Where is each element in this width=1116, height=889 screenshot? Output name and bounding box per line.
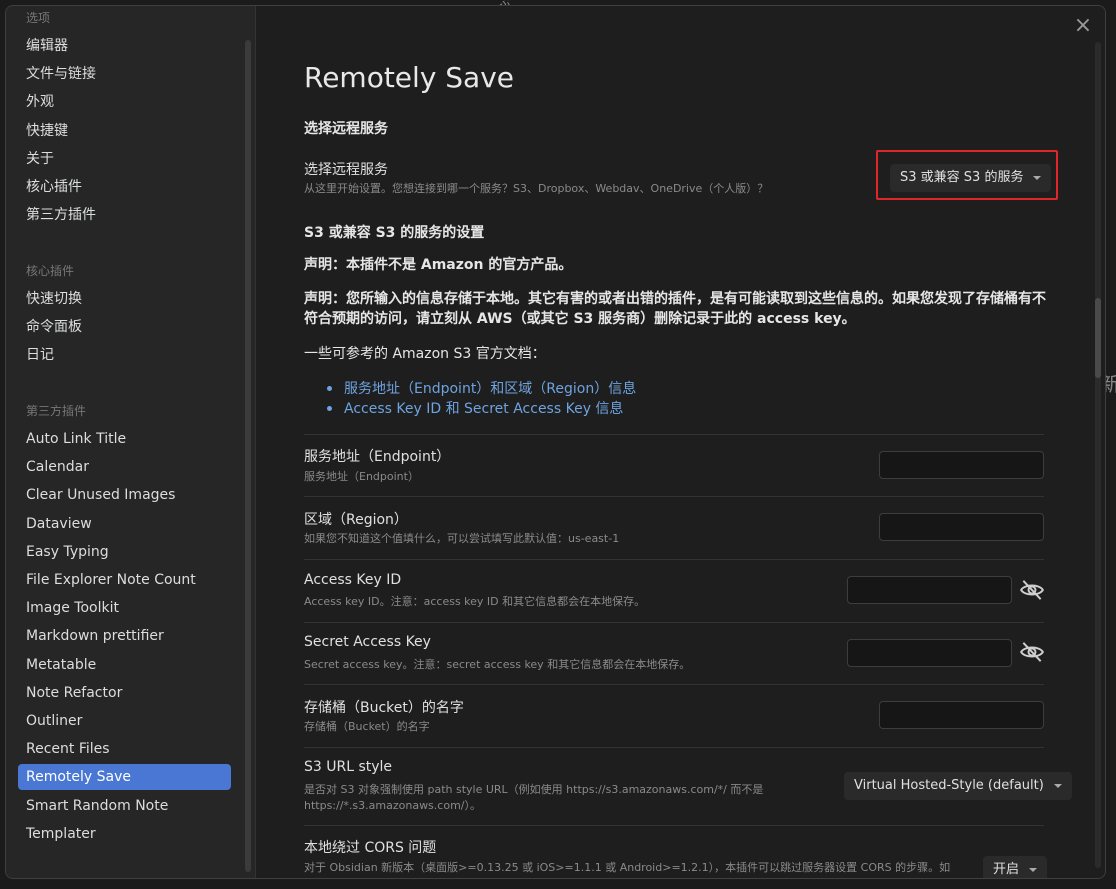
divider [304,747,1044,748]
sidebar-item-smart-random-note[interactable]: Smart Random Note [18,793,231,819]
sidebar-item-recent-files[interactable]: Recent Files [18,736,231,762]
sidebar-scrollbar[interactable] [245,40,251,872]
sidebar-item-note-refactor[interactable]: Note Refactor [18,680,231,706]
docs-intro: 一些可参考的 Amazon S3 官方文档： [304,346,546,362]
divider [304,496,1044,497]
settings-sidebar: 选项 编辑器 文件与链接 外观 快捷键 关于 核心插件 第三方插件 核心插件 快… [6,6,256,878]
region-input[interactable] [879,513,1044,541]
link-access-key-docs[interactable]: Access Key ID 和 Secret Access Key 信息 [344,398,623,418]
url-style-select[interactable]: Virtual Hosted-Style (default) [844,772,1072,800]
content-scrollbar[interactable] [1095,42,1101,868]
settings-content: × Remotely Save 选择远程服务 选择远程服务 从这里开始设置。您想… [256,6,1105,878]
setting-name-region: 区域（Region） [304,512,408,528]
section-heading-remote-service: 选择远程服务 [304,121,388,137]
setting-name-remote-service: 选择远程服务 [304,162,388,178]
sidebar-item-files-links[interactable]: 文件与链接 [18,61,231,87]
settings-modal: 选项 编辑器 文件与链接 外观 快捷键 关于 核心插件 第三方插件 核心插件 快… [5,5,1106,879]
sidebar-group-third-party: 第三方插件 [26,404,87,418]
sidebar-item-auto-link-title[interactable]: Auto Link Title [18,426,231,452]
sidebar-item-image-toolkit[interactable]: Image Toolkit [18,595,231,621]
divider [304,684,1044,685]
setting-desc-url-style-line2: https://*.s3.amazonaws.com/）。 [304,799,481,812]
setting-name-bucket: 存储桶（Bucket）的名字 [304,700,464,716]
bullet-icon [327,406,332,411]
setting-desc-endpoint: 服务地址（Endpoint） [304,470,419,483]
chevron-down-icon [1053,783,1062,788]
link-endpoint-region-docs[interactable]: 服务地址（Endpoint）和区域（Region）信息 [344,378,636,398]
page-title: Remotely Save [304,61,515,94]
sidebar-item-command-palette[interactable]: 命令面板 [18,314,231,340]
access-key-input[interactable] [847,576,1012,604]
sidebar-group-core-plugins: 核心插件 [26,264,75,278]
divider [304,434,1044,435]
content-scrollbar-thumb[interactable] [1095,298,1101,378]
setting-desc-remote-service: 从这里开始设置。您想连接到哪一个服务？S3、Dropbox、Webdav、One… [304,182,769,195]
divider [304,622,1044,623]
disclaimer-local-storage: 声明：您所输入的信息存储于本地。其它有害的或者出错的插件，是有可能读取到这些信息… [304,291,1046,327]
sidebar-item-appearance[interactable]: 外观 [18,89,231,115]
sidebar-item-calendar[interactable]: Calendar [18,454,231,480]
bullet-icon [327,386,332,391]
eye-off-icon[interactable] [1019,639,1045,665]
section-heading-s3: S3 或兼容 S3 的服务的设置 [304,225,485,241]
endpoint-input[interactable] [879,451,1044,479]
setting-desc-bucket: 存储桶（Bucket）的名字 [304,720,430,733]
chevron-down-icon [1029,867,1038,872]
setting-desc-access-key: Access key ID。注意：access key ID 和其它信息都会在本… [304,595,646,608]
cors-select-value: 开启 [993,862,1020,877]
secret-key-input[interactable] [847,639,1012,667]
sidebar-item-remotely-save[interactable]: Remotely Save [18,764,231,790]
divider [304,559,1044,560]
bucket-input[interactable] [879,701,1044,729]
sidebar-item-hotkeys[interactable]: 快捷键 [18,118,231,144]
setting-desc-cors: 对于 Obsidian 新版本（桌面版>=0.13.25 或 iOS>=1.1.… [304,861,951,874]
sidebar-item-templater[interactable]: Templater [18,821,231,847]
sidebar-item-quick-switcher[interactable]: 快速切换 [18,286,231,312]
sidebar-item-editor[interactable]: 编辑器 [18,33,231,59]
sidebar-item-dataview[interactable]: Dataview [18,511,231,537]
close-icon[interactable]: × [1071,14,1095,38]
setting-desc-region: 如果您不知道这个值填什么，可以尝试填写此默认值：us-east-1 [304,532,620,545]
sidebar-item-core-plugins[interactable]: 核心插件 [18,174,231,200]
setting-desc-url-style-line1: 是否对 S3 对象强制使用 path style URL（例如使用 https:… [304,783,764,796]
setting-name-cors: 本地绕过 CORS 问题 [304,840,437,856]
highlight-box [876,150,1058,200]
sidebar-item-about[interactable]: 关于 [18,146,231,172]
sidebar-item-outliner[interactable]: Outliner [18,708,231,734]
sidebar-group-options: 选项 [26,11,51,25]
setting-name-endpoint: 服务地址（Endpoint） [304,449,451,465]
setting-desc-secret-key: Secret access key。注意：secret access key 和… [304,658,691,671]
url-style-select-value: Virtual Hosted-Style (default) [854,778,1044,793]
disclaimer-official: 声明：本插件不是 Amazon 的官方产品。 [304,257,573,273]
sidebar-item-easy-typing[interactable]: Easy Typing [18,539,231,565]
sidebar-item-metatable[interactable]: Metatable [18,652,231,678]
setting-name-secret-key: Secret Access Key [304,634,431,650]
setting-name-access-key: Access Key ID [304,572,402,588]
setting-name-url-style: S3 URL style [304,759,393,775]
sidebar-item-file-explorer-note-count[interactable]: File Explorer Note Count [18,567,231,593]
sidebar-item-clear-unused-images[interactable]: Clear Unused Images [18,482,231,508]
sidebar-item-third-party-plugins[interactable]: 第三方插件 [18,202,231,228]
eye-off-icon[interactable] [1019,577,1045,603]
divider [304,825,1044,826]
sidebar-item-daily-notes[interactable]: 日记 [18,342,231,368]
sidebar-item-markdown-prettifier[interactable]: Markdown prettifier [18,623,231,649]
cors-select[interactable]: 开启 [983,856,1048,878]
